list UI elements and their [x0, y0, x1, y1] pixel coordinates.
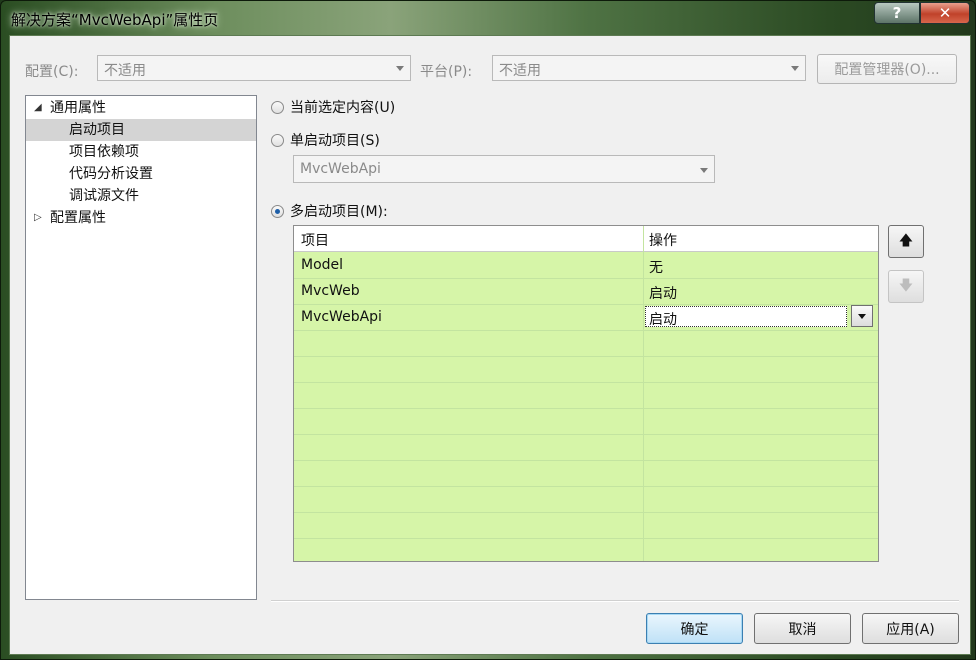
tree-item-debug-source-files[interactable]: 调试源文件 — [26, 185, 256, 207]
arrow-down-icon: 🡇 — [898, 277, 914, 294]
ok-button[interactable]: 确定 — [646, 613, 743, 644]
grid-header-project[interactable]: 项目 — [301, 230, 329, 250]
chevron-down-icon — [791, 66, 799, 71]
radio-multiple-startup[interactable]: 多启动项目(M): — [271, 201, 388, 221]
empty-row — [294, 538, 878, 561]
platform-label: 平台(P): — [420, 64, 473, 80]
tree-item-project-dependencies[interactable]: 项目依赖项 — [26, 141, 256, 163]
empty-row — [294, 434, 878, 461]
move-up-button[interactable]: 🡅 — [888, 225, 924, 258]
action-dropdown-button[interactable] — [851, 305, 873, 327]
tree-item-code-analysis[interactable]: 代码分析设置 — [26, 163, 256, 185]
apply-button[interactable]: 应用(A) — [862, 613, 959, 644]
title-bar[interactable]: 解决方案“MvcWebApi”属性页 ? ✕ — [1, 1, 976, 35]
tree-item-label: 配置属性 — [50, 210, 106, 226]
radio-icon[interactable] — [271, 204, 284, 218]
dialog-window: 解决方案“MvcWebApi”属性页 ? ✕ 配置(C): 不适用 平台(P):… — [0, 0, 976, 660]
radio-icon[interactable] — [271, 100, 284, 114]
config-combo[interactable]: 不适用 — [97, 55, 411, 81]
config-label: 配置(C): — [25, 64, 79, 80]
tree-item-startup-project[interactable]: 启动项目 — [26, 119, 256, 141]
platform-combo[interactable]: 不适用 — [492, 55, 806, 81]
cancel-button[interactable]: 取消 — [754, 613, 851, 644]
arrow-up-icon: 🡅 — [898, 232, 914, 249]
radio-label: 多启动项目(M): — [290, 204, 388, 220]
config-manager-button[interactable]: 配置管理器(O)... — [817, 54, 957, 84]
cell-project: MvcWeb — [301, 283, 360, 299]
radio-label: 当前选定内容(U) — [290, 100, 396, 116]
tree-item-label: 调试源文件 — [69, 188, 139, 204]
empty-row — [294, 408, 878, 435]
close-button[interactable]: ✕ — [920, 2, 970, 24]
collapsed-triangle-icon[interactable]: ▷ — [34, 207, 42, 229]
table-row[interactable]: Model 无 — [294, 252, 878, 279]
expanded-triangle-icon[interactable]: ◢ — [34, 97, 42, 119]
radio-label: 单启动项目(S) — [290, 133, 380, 149]
empty-row — [294, 460, 878, 487]
cell-action[interactable]: 启动 — [649, 283, 677, 303]
startup-projects-grid[interactable]: 项目 操作 Model 无 MvcWeb 启动 MvcWebApi 启动 — [293, 225, 879, 562]
help-button[interactable]: ? — [874, 2, 920, 24]
separator — [271, 600, 959, 602]
empty-row — [294, 512, 878, 539]
grid-header: 项目 操作 — [294, 226, 878, 252]
radio-icon[interactable] — [271, 133, 284, 147]
tree-item-label: 启动项目 — [69, 122, 125, 138]
tree-item-config-properties[interactable]: ▷ 配置属性 — [26, 207, 256, 229]
config-combo-value: 不适用 — [104, 63, 146, 79]
chevron-down-icon — [396, 66, 404, 71]
radio-current-selection[interactable]: 当前选定内容(U) — [271, 97, 395, 117]
tree-item-label: 通用属性 — [50, 100, 106, 116]
grid-header-action[interactable]: 操作 — [649, 230, 677, 250]
empty-row — [294, 382, 878, 409]
chevron-down-icon — [700, 168, 708, 173]
window-title: 解决方案“MvcWebApi”属性页 — [11, 11, 219, 29]
empty-row — [294, 330, 878, 357]
empty-row — [294, 356, 878, 383]
single-startup-combo[interactable]: MvcWebApi — [293, 155, 715, 183]
dialog-client-area: 配置(C): 不适用 平台(P): 不适用 配置管理器(O)... ◢ 通用属性… — [9, 35, 971, 655]
property-tree[interactable]: ◢ 通用属性 启动项目 项目依赖项 代码分析设置 调试源文件 ▷ 配置属性 — [25, 95, 257, 600]
tree-item-common-properties[interactable]: ◢ 通用属性 — [26, 97, 256, 119]
cell-project: MvcWebApi — [301, 309, 382, 325]
tree-item-label: 项目依赖项 — [69, 144, 139, 160]
move-down-button[interactable]: 🡇 — [888, 270, 924, 303]
cell-project: Model — [301, 257, 344, 273]
tree-item-label: 代码分析设置 — [69, 166, 153, 182]
table-row[interactable]: MvcWeb 启动 — [294, 278, 878, 305]
empty-row — [294, 486, 878, 513]
table-row[interactable]: MvcWebApi 启动 — [294, 304, 878, 331]
single-startup-combo-value: MvcWebApi — [300, 161, 381, 177]
cell-action[interactable]: 无 — [649, 257, 663, 277]
radio-single-startup[interactable]: 单启动项目(S) — [271, 130, 380, 150]
action-select[interactable]: 启动 — [645, 306, 847, 328]
platform-combo-value: 不适用 — [499, 63, 541, 79]
